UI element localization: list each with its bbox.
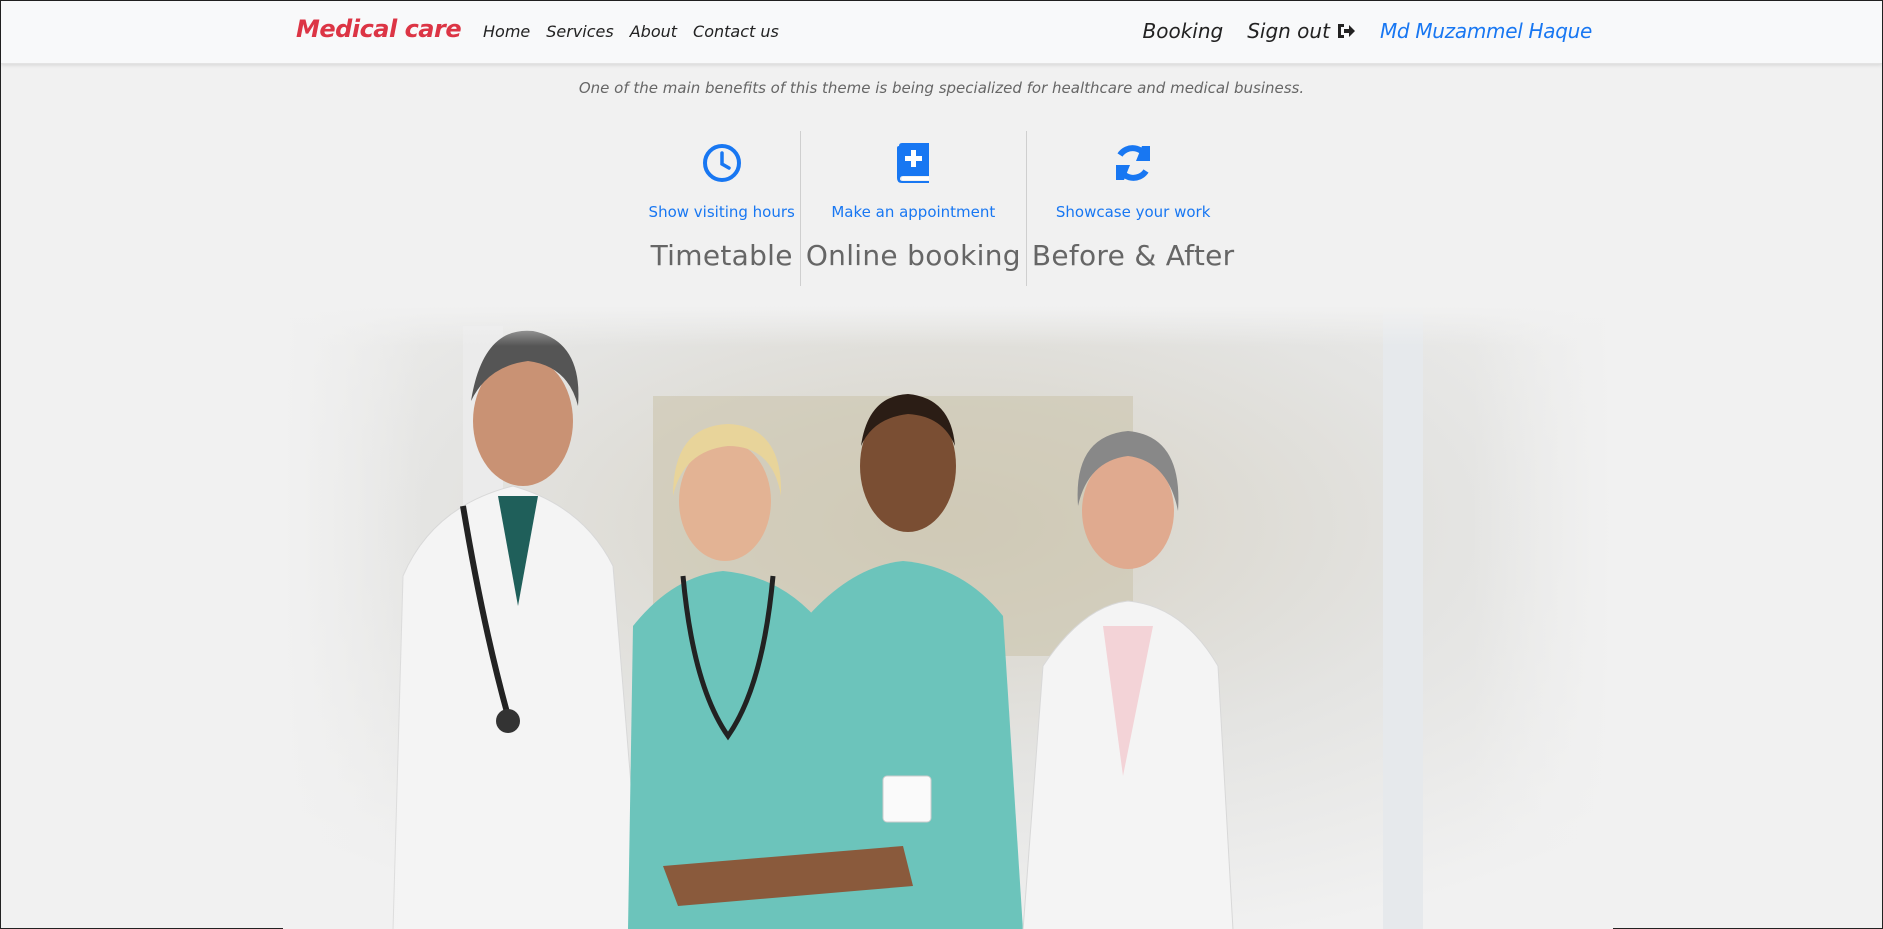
nav-home-link[interactable]: Home [483,22,530,41]
nav-links: Home Services About Contact us [483,22,779,41]
medical-book-icon [895,141,931,185]
nav-about-link[interactable]: About [630,22,677,41]
feature-before-after-title: Before & After [1031,239,1235,272]
feature-before-after[interactable]: Showcase your work Before & After [1025,131,1240,286]
feature-online-booking[interactable]: Make an appointment Online booking [799,131,1026,286]
nav-services-link[interactable]: Services [546,22,613,41]
feature-timetable-subtitle: Show visiting hours [648,203,795,221]
user-name-link[interactable]: Md Muzammel Haque [1380,19,1592,43]
sign-out-icon [1337,24,1355,38]
feature-timetable[interactable]: Show visiting hours Timetable [644,131,800,286]
sign-out-link[interactable]: Sign out [1247,19,1356,43]
refresh-icon [1111,141,1155,185]
top-navbar: Medical care Home Services About Contact… [1,1,1882,64]
clock-icon [701,141,743,185]
medical-team-hero-image [283,306,1613,929]
feature-timetable-title: Timetable [650,239,793,272]
sign-out-label: Sign out [1247,19,1330,43]
feature-booking-subtitle: Make an appointment [831,203,996,221]
tagline: One of the main benefits of this theme i… [578,79,1305,97]
nav-right: Booking Sign out Md Muzammel Haque [1143,19,1593,43]
booking-link[interactable]: Booking [1143,19,1224,43]
brand-logo[interactable]: Medical care [296,15,462,43]
feature-booking-title: Online booking [805,239,1021,272]
feature-before-after-subtitle: Showcase your work [1055,203,1211,221]
nav-contact-link[interactable]: Contact us [693,22,779,41]
features-row: Show visiting hours Timetable Make an ap… [1,131,1882,286]
